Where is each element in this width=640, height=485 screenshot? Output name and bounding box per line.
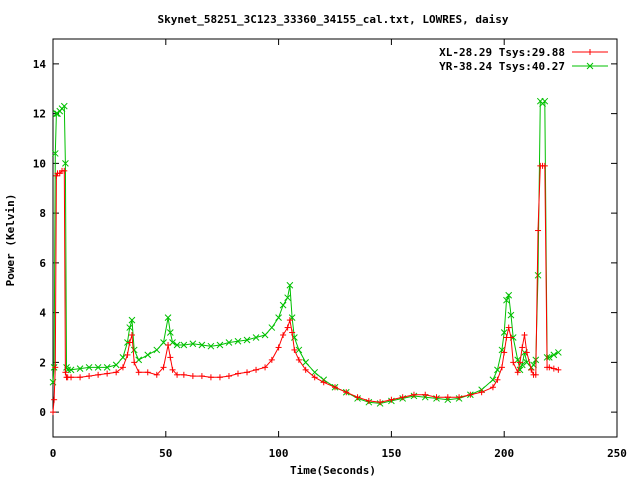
series-0-point-37: [244, 369, 251, 376]
series-0-point-42: [280, 332, 287, 339]
series-0-point-72: [510, 359, 517, 366]
series-0-point-11: [68, 374, 75, 381]
chart-svg: Skynet_58251_3C123_33360_34155_cal.txt, …: [4, 13, 627, 477]
plot-frame: [52, 38, 618, 438]
y-axis-label: Power (Kelvin): [4, 194, 17, 287]
series-0-point-32: [198, 373, 205, 380]
series-0-point-33: [207, 374, 214, 381]
series-0-point-43: [284, 324, 291, 331]
series-0-point-41: [275, 344, 282, 351]
series-0-point-1: [51, 396, 58, 403]
legend-label-0: XL-28.29 Tsys:29.88: [439, 46, 565, 59]
series-line-0: [52, 165, 559, 413]
series-0-point-15: [104, 370, 111, 377]
series-1-point-42: [279, 301, 287, 309]
series-0-point-67: [498, 364, 505, 371]
y-tick-label-4: 8: [39, 207, 46, 220]
series-1-point-38: [252, 334, 260, 341]
series-0-point-20: [128, 332, 135, 339]
series-0-point-35: [225, 373, 232, 380]
x-tick-label-2: 100: [269, 447, 289, 460]
series-0-point-36: [234, 370, 241, 377]
series-0-point-54: [365, 397, 372, 404]
legend-label-1: YR-38.24 Tsys:40.27: [439, 60, 565, 73]
y-tick-label-2: 4: [39, 307, 46, 320]
series-0-point-55: [377, 399, 384, 406]
y-tick-label-0: 0: [39, 406, 46, 419]
series-1-point-16: [112, 361, 120, 369]
series-0-point-50: [320, 379, 327, 386]
series-line-1: [52, 99, 559, 404]
series-0-point-22: [135, 369, 142, 376]
y-tick-label-3: 6: [39, 257, 46, 270]
x-axis-label: Time(Seconds): [290, 464, 376, 477]
chart-title: Skynet_58251_3C123_33360_34155_cal.txt, …: [158, 13, 509, 26]
x-tick-label-0: 0: [50, 447, 57, 460]
series-0-point-75: [519, 344, 526, 351]
series-0-point-14: [95, 371, 102, 378]
series-1-point-23: [144, 351, 152, 359]
y-tick-label-5: 10: [33, 157, 46, 170]
legend-marker-0: [587, 49, 593, 55]
series-0-point-38: [253, 366, 260, 373]
series-0-point-34: [216, 374, 223, 381]
series-1-point-41: [275, 314, 282, 321]
y-tick-label-1: 2: [39, 356, 46, 369]
series-1-point-24: [153, 346, 161, 354]
series-0-point-76: [521, 332, 528, 339]
x-tick-label-3: 150: [381, 447, 401, 460]
series-0-point-13: [86, 373, 93, 380]
series-0-point-87: [550, 365, 557, 372]
legend: XL-28.29 Tsys:29.88YR-38.24 Tsys:40.27: [439, 46, 608, 73]
series-0-point-62: [456, 394, 463, 401]
series-0-point-30: [180, 371, 187, 378]
y-tick-label-7: 14: [33, 58, 47, 71]
series-1-point-39: [261, 331, 269, 339]
series-0-point-65: [489, 384, 496, 391]
series-0-point-18: [124, 351, 131, 358]
y-tick-label-6: 12: [33, 108, 46, 121]
series-0-point-23: [144, 369, 151, 376]
x-tick-label-1: 50: [159, 447, 172, 460]
series-1-point-40: [268, 324, 276, 331]
plot-area: [49, 97, 562, 416]
series-0-point-81: [535, 227, 542, 234]
series-0-point-88: [555, 366, 562, 373]
x-tick-label-4: 200: [494, 447, 514, 460]
x-tick-label-5: 250: [607, 447, 627, 460]
series-0-point-26: [165, 341, 172, 348]
series-0-point-12: [77, 374, 84, 381]
series-0-point-21: [131, 359, 138, 366]
series-0-point-47: [295, 356, 302, 363]
series-0-point-31: [189, 373, 196, 380]
series-0-point-60: [433, 394, 440, 401]
series-1-point-48: [302, 359, 310, 366]
series-0-point-27: [167, 354, 174, 361]
series-0-point-0: [50, 409, 56, 416]
